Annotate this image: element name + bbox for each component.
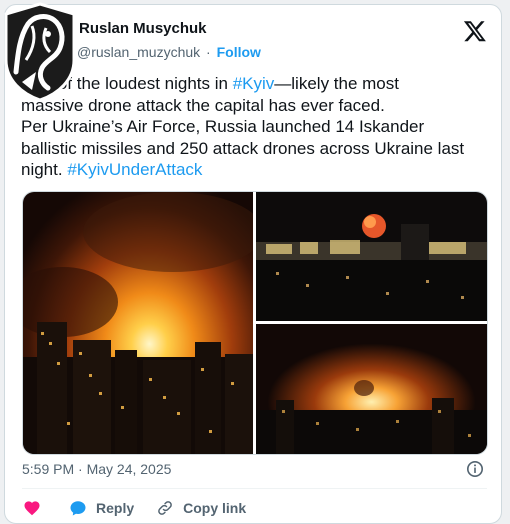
author-handle-row: @ruslan_muzychuk · Follow bbox=[77, 44, 261, 60]
tweet-line-3: Per Ukraine’s Air Force, Russia launched… bbox=[21, 117, 425, 136]
action-bar: Reply Copy link bbox=[23, 496, 246, 520]
divider bbox=[22, 488, 487, 489]
reply-label: Reply bbox=[96, 500, 135, 516]
tweet-line-4: ballistic missiles and 250 attack drones… bbox=[21, 138, 465, 158]
tweet-line-2: massive drone attack the capital has eve… bbox=[21, 95, 385, 115]
tweet-line-1: One of the loudest nights in #Kyiv—likel… bbox=[21, 73, 491, 95]
x-logo-icon[interactable] bbox=[463, 19, 487, 43]
tweet-text: One of the loudest nights in #Kyiv—likel… bbox=[21, 73, 491, 181]
link-icon bbox=[158, 501, 172, 515]
separator-dot: · bbox=[206, 44, 211, 60]
heart-icon bbox=[24, 501, 40, 516]
tweet-text-segment: night. bbox=[21, 160, 68, 179]
lion-watermark-icon bbox=[4, 2, 76, 102]
copy-link-label: Copy link bbox=[183, 500, 247, 516]
photo-fire-on-horizon[interactable] bbox=[256, 324, 487, 454]
tweet-text-segment: —likely the most bbox=[274, 74, 399, 93]
copy-link-button[interactable]: Copy link bbox=[156, 499, 246, 517]
author-name[interactable]: Ruslan Musychuk bbox=[79, 20, 207, 37]
media-grid bbox=[22, 191, 488, 455]
author-handle[interactable]: @ruslan_muzychuk bbox=[77, 44, 200, 60]
photo-explosion-skyline[interactable] bbox=[256, 192, 487, 321]
hashtag-kyiv[interactable]: #Kyiv bbox=[233, 74, 275, 93]
info-icon[interactable] bbox=[466, 460, 484, 478]
timestamp[interactable]: 5:59 PM · May 24, 2025 bbox=[22, 461, 171, 477]
follow-button[interactable]: Follow bbox=[217, 44, 261, 60]
reply-button[interactable]: Reply bbox=[69, 499, 134, 517]
hashtag-kyiv-under-attack[interactable]: #KyivUnderAttack bbox=[67, 160, 202, 179]
photo-large-fire[interactable] bbox=[23, 192, 253, 454]
like-button[interactable] bbox=[23, 499, 41, 517]
reply-icon bbox=[70, 501, 86, 516]
tweet-card: Ruslan Musychuk @ruslan_muzychuk · Follo… bbox=[4, 4, 502, 524]
tweet-line-5: night. #KyivUnderAttack bbox=[21, 159, 491, 181]
